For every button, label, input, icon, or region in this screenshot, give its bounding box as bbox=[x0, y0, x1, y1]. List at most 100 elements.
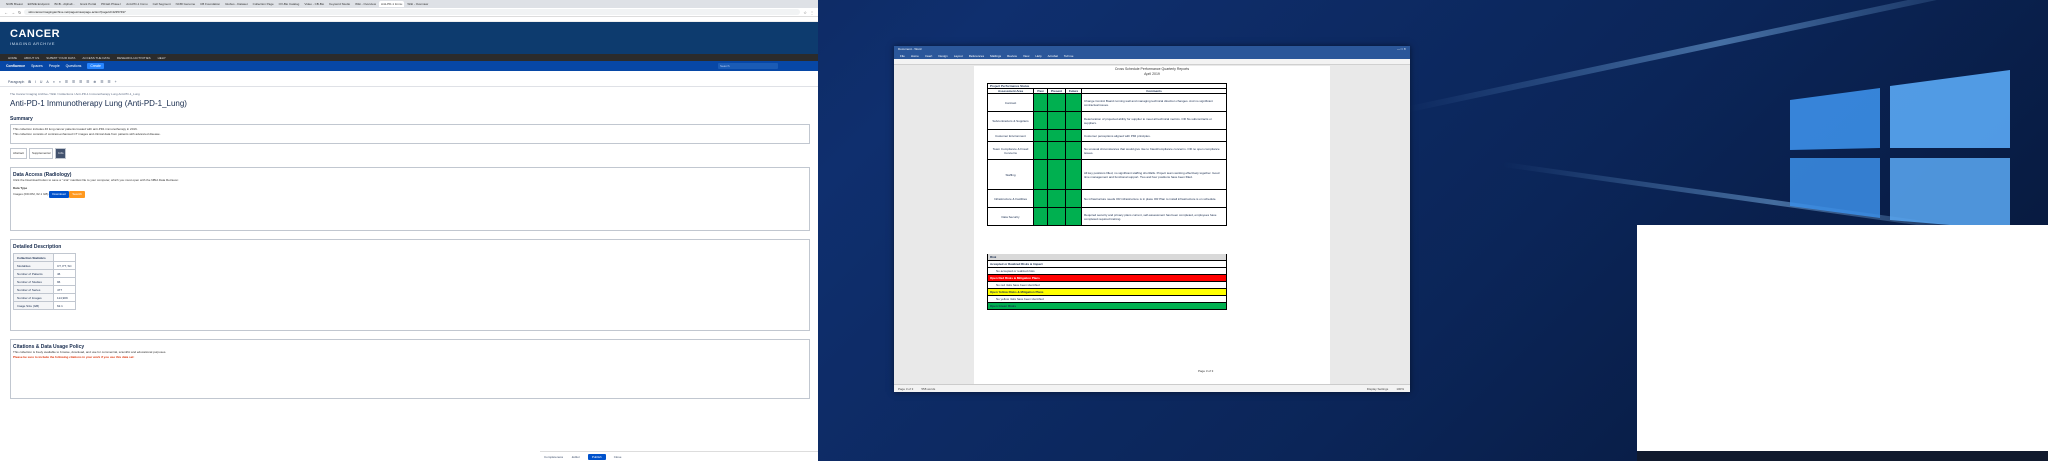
stats-cell: CT, PT, SC bbox=[53, 261, 76, 270]
ribbon-tab[interactable]: Acrobat bbox=[1048, 54, 1058, 58]
browser-tab[interactable]: Grant Portal bbox=[77, 1, 99, 7]
url-input[interactable]: wiki.cancerimagingarchive.net/pages/view… bbox=[24, 9, 801, 15]
stats-cell: Number of Studies bbox=[13, 277, 54, 286]
detailed-description-panel: Detailed Description Collection Statisti… bbox=[10, 239, 810, 331]
ribbon-tab[interactable]: Insert bbox=[925, 54, 933, 58]
align-button[interactable]: ☰ bbox=[65, 80, 68, 84]
nav-item[interactable]: HELP bbox=[158, 56, 166, 60]
ribbon-tab[interactable]: Help bbox=[1035, 54, 1041, 58]
back-icon[interactable]: ← bbox=[4, 10, 8, 15]
italic-button[interactable]: I bbox=[35, 80, 36, 84]
confluence-brand[interactable]: Confluence bbox=[6, 64, 25, 68]
accepted-heading: Accepted or Realized Risks & Impact bbox=[987, 261, 1227, 268]
area-cell: Infrastructure & Facilities bbox=[987, 189, 1034, 208]
nav-item[interactable]: ACCESS THE DATA bbox=[82, 56, 110, 60]
ribbon-tab[interactable]: Home bbox=[911, 54, 919, 58]
nav-item[interactable]: SUBMIT YOUR DATA bbox=[46, 56, 75, 60]
download-button[interactable]: Download bbox=[49, 191, 69, 198]
ribbon-tab[interactable]: View bbox=[1023, 54, 1029, 58]
zoom-level[interactable]: 100% bbox=[1396, 385, 1404, 392]
ribbon-tab[interactable]: Tell me bbox=[1064, 54, 1074, 58]
breadcrumb[interactable]: The Cancer Imaging Archive / Wiki / Coll… bbox=[10, 92, 810, 96]
star-icon[interactable]: ☆ bbox=[803, 10, 807, 15]
status-words[interactable]: 558 words bbox=[921, 385, 935, 392]
ribbon-tab[interactable]: Layout bbox=[954, 54, 963, 58]
forward-icon[interactable]: → bbox=[11, 10, 15, 15]
summary-box: This collection includes 46 lung cancer … bbox=[10, 124, 810, 144]
table-button[interactable]: ☰ bbox=[86, 80, 89, 84]
browser-tab[interactable]: NCBI Breast bbox=[4, 1, 25, 7]
browser-tab[interactable]: PD1ab Phase I bbox=[99, 1, 124, 7]
area-cell: Data Security bbox=[987, 207, 1034, 226]
spaces-menu[interactable]: Spaces bbox=[31, 64, 43, 68]
browser-tab[interactable]: Collection Page bbox=[250, 1, 276, 7]
ribbon-tab[interactable]: Design bbox=[938, 54, 947, 58]
address-bar: ← → ↻ wiki.cancerimagingarchive.net/page… bbox=[0, 8, 818, 17]
create-button[interactable]: Create bbox=[87, 63, 104, 69]
browser-tab[interactable]: Wiki - Overview bbox=[405, 1, 431, 7]
close-button[interactable]: Close bbox=[614, 455, 622, 459]
tab-strip: NCBI Breast ERNIE Endpoint BCB - AlphaF.… bbox=[0, 0, 818, 8]
publish-button[interactable]: Publish bbox=[587, 453, 606, 460]
display-settings[interactable]: Display Settings bbox=[1367, 385, 1389, 392]
browser-tab[interactable]: OV-Bio Catalog bbox=[276, 1, 302, 7]
nav-item[interactable]: RESEARCH ACTIVITIES bbox=[117, 56, 151, 60]
status-page[interactable]: Page 3 of 3 bbox=[898, 385, 913, 392]
bullet-list-button[interactable]: ≡ bbox=[53, 80, 55, 84]
browser-tab[interactable]: Anti-PD-1 Immu bbox=[124, 1, 150, 7]
page-number: Page 3 of 3 bbox=[1198, 369, 1214, 373]
nav-item[interactable]: ABOUT US bbox=[24, 56, 39, 60]
ribbon-tab[interactable]: References bbox=[969, 54, 984, 58]
tcia-banner: CANCER IMAGING ARCHIVE bbox=[0, 22, 818, 54]
browser-tab[interactable]: NCBI Genome bbox=[173, 1, 198, 7]
outdent-button[interactable]: ☰ bbox=[79, 80, 82, 84]
browser-tab[interactable]: Wiki - Overview bbox=[353, 1, 379, 7]
stats-cell bbox=[53, 253, 76, 262]
page-title[interactable]: Anti-PD-1 Immunotherapy Lung (Anti-PD-1_… bbox=[10, 99, 810, 108]
browser-tab[interactable]: BCB - AlphaF... bbox=[52, 1, 77, 7]
indent-button[interactable]: ☰ bbox=[72, 80, 75, 84]
page-content: The Cancer Imaging Archive / Wiki / Coll… bbox=[10, 92, 810, 399]
browser-tab[interactable]: Keyword Studio bbox=[327, 1, 353, 7]
bold-button[interactable]: B bbox=[28, 80, 31, 84]
data-access-panel: Data Access (Radiology) Click the Downlo… bbox=[10, 167, 810, 231]
number-list-button[interactable]: ≡ bbox=[59, 80, 61, 84]
paragraph-select[interactable]: Paragraph bbox=[8, 80, 24, 84]
status-cell bbox=[1047, 207, 1066, 226]
people-menu[interactable]: People bbox=[49, 64, 60, 68]
ribbon-tab[interactable]: Review bbox=[1007, 54, 1017, 58]
browser-tab[interactable]: Cell Segment bbox=[150, 1, 173, 7]
questions-menu[interactable]: Questions bbox=[66, 64, 82, 68]
nav-item[interactable]: HOME bbox=[8, 56, 17, 60]
reload-icon[interactable]: ↻ bbox=[18, 10, 21, 15]
detailed-heading: Detailed Description bbox=[13, 244, 62, 250]
text-color-button[interactable]: A bbox=[46, 80, 48, 84]
insert-more-button[interactable]: + bbox=[115, 80, 117, 84]
status-cell bbox=[1065, 207, 1082, 226]
tcia-logo[interactable]: CANCER bbox=[10, 28, 60, 40]
menu-icon[interactable]: ⋮ bbox=[810, 10, 814, 15]
tab-info[interactable]: Info bbox=[55, 148, 67, 159]
word-titlebar: Document - Word — □ ✕ bbox=[894, 46, 1410, 53]
area-cell: Subcontractors & Suppliers bbox=[987, 111, 1034, 130]
image-button[interactable]: ☰ bbox=[100, 80, 103, 84]
tab-abstract[interactable]: Abstract bbox=[10, 148, 28, 159]
editor-label[interactable]: .Editor bbox=[571, 455, 580, 459]
tab-supplemental[interactable]: Supplemental bbox=[29, 148, 54, 159]
browser-tab[interactable]: Video - CB-Bio bbox=[302, 1, 327, 7]
browser-tab[interactable]: Globus - Dataset bbox=[223, 1, 250, 7]
search-input[interactable]: Search bbox=[718, 63, 778, 69]
browser-tab[interactable]: CB Foundation bbox=[198, 1, 223, 7]
browser-tab-active[interactable]: Anti-PD-1 Immu bbox=[379, 1, 405, 7]
underline-button[interactable]: U bbox=[40, 80, 43, 84]
completeness-label[interactable]: Completeness bbox=[544, 455, 563, 459]
data-access-text: Click the Download button to save a ".tc… bbox=[13, 178, 179, 182]
link-button[interactable]: ⊕ bbox=[93, 80, 96, 84]
macro-button[interactable]: ☰ bbox=[107, 80, 110, 84]
summary-heading: Summary bbox=[10, 116, 33, 122]
ribbon-tab[interactable]: File bbox=[900, 54, 905, 58]
window-controls-icon[interactable]: — □ ✕ bbox=[1397, 46, 1406, 53]
search-button[interactable]: Search bbox=[69, 191, 85, 198]
ribbon-tab[interactable]: Mailings bbox=[990, 54, 1001, 58]
browser-tab[interactable]: ERNIE Endpoint bbox=[25, 1, 52, 7]
